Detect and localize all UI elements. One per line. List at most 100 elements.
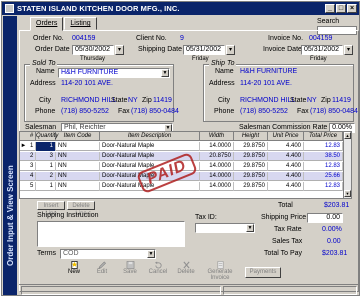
cell-unit-price[interactable]: 4.400: [268, 182, 304, 191]
status-segment: [21, 286, 221, 295]
shipping-instruction-label: Shipping Instruction: [37, 212, 99, 219]
cell-quantity[interactable]: 2: [36, 172, 56, 181]
floppy-disk-icon: [126, 261, 134, 269]
cell-total-price: 12.83: [304, 162, 343, 171]
delete-button[interactable]: Delete: [173, 261, 199, 279]
maximize-button[interactable]: □: [336, 4, 346, 13]
chevron-down-icon[interactable]: ▼: [161, 69, 169, 77]
cell-unit-price[interactable]: 4.400: [268, 162, 304, 171]
invoice-date-picker-button[interactable]: ▾: [344, 45, 353, 55]
cell-height[interactable]: 29.8750: [234, 172, 268, 181]
cell-width[interactable]: 20.8750: [200, 152, 234, 161]
col-header-height: Height: [234, 132, 268, 141]
delete-line-button[interactable]: Delete Line: [67, 201, 95, 217]
chevron-down-icon[interactable]: ▼: [147, 250, 155, 258]
sold-to-title: Sold To: [30, 60, 58, 67]
invoice-date-label: Invoice Date: [263, 46, 302, 53]
app-window: STATEN ISLAND KITCHEN DOOR MFG., INC. _ …: [1, 1, 360, 296]
save-button[interactable]: Save: [117, 261, 143, 279]
cell-quantity[interactable]: 1: [36, 142, 56, 151]
cell-total-price: 25.66: [304, 172, 343, 181]
invoice-icon: [217, 261, 223, 269]
new-button[interactable]: New: [61, 261, 87, 279]
shipping-date-label: Shipping Date: [138, 46, 182, 53]
close-button[interactable]: ×: [347, 4, 357, 13]
cell-quantity[interactable]: 3: [36, 152, 56, 161]
order-date-field[interactable]: 05/30/2002: [72, 45, 114, 55]
cancel-button[interactable]: Cancel: [145, 261, 171, 279]
new-label: New: [67, 269, 80, 275]
minimize-button[interactable]: _: [325, 4, 335, 13]
undo-icon: [154, 261, 162, 269]
tax-id-label: Tax ID:: [195, 214, 217, 221]
scroll-up-icon[interactable]: ▲: [344, 132, 351, 139]
pencil-icon: [97, 261, 106, 269]
table-row[interactable]: ► 1 1 NN Door-Natural Maple 14.0000 29.8…: [20, 142, 351, 151]
sold-to-name-label: Name: [36, 68, 55, 75]
ship-to-state-label: State: [290, 97, 307, 104]
terms-value: COD: [63, 250, 79, 257]
order-date-picker-button[interactable]: ▾: [115, 45, 124, 55]
cell-unit-price[interactable]: 4.400: [268, 152, 304, 161]
shipping-date-picker-button[interactable]: ▾: [226, 45, 235, 55]
sold-to-name-select[interactable]: H&H FURNITURE ▼: [58, 68, 170, 78]
edit-button[interactable]: Edit: [89, 261, 115, 279]
cell-item-code[interactable]: NN: [56, 182, 100, 191]
table-row[interactable]: 5 1 NN Door-Natural Maple 14.0000 29.875…: [20, 182, 351, 191]
commission-rate-value: 0.00%: [332, 124, 352, 131]
tab-bar: Orders Listing: [30, 17, 98, 31]
shipping-instruction-input[interactable]: [37, 221, 185, 247]
grid-header: # Quantity Item Code Item Description Wi…: [20, 132, 351, 141]
title-bar[interactable]: STATEN ISLAND KITCHEN DOOR MFG., INC. _ …: [2, 2, 359, 15]
sidebar: Order Input & View Screen: [3, 16, 17, 295]
generate-invoice-button[interactable]: Generate Invoice: [203, 261, 237, 281]
col-header-width: Width: [200, 132, 234, 141]
cell-unit-price[interactable]: 4.400: [268, 172, 304, 181]
sidebar-label: Order Input & View Screen: [6, 165, 15, 266]
cancel-label: Cancel: [148, 269, 168, 275]
terms-select[interactable]: COD ▼: [60, 249, 156, 259]
shipping-date-field[interactable]: 05/31/2002: [183, 45, 225, 55]
client-no-label: Client No.: [136, 35, 167, 42]
ship-to-group: Ship To Name H&H FURNITURE Address 114-2…: [203, 60, 358, 122]
cell-item-description[interactable]: Door-Natural Maple: [100, 142, 200, 151]
invoice-date-field[interactable]: 05/31/2002: [301, 45, 343, 55]
sold-to-address-label: Address: [30, 80, 56, 87]
col-header-item-code: Item Code: [56, 132, 100, 141]
cell-unit-price[interactable]: 4.400: [268, 142, 304, 151]
cell-width[interactable]: 14.0000: [200, 162, 234, 171]
ship-to-zip-value: 11419: [332, 97, 351, 104]
cell-height[interactable]: 29.8750: [234, 152, 268, 161]
cell-num: 3: [28, 162, 36, 171]
cell-item-code[interactable]: NN: [56, 142, 100, 151]
commission-rate-label: Salesman Commission Rate: [239, 124, 328, 131]
tab-listing[interactable]: Listing: [64, 17, 97, 30]
shipping-price-field[interactable]: 0.00: [307, 213, 343, 223]
sold-to-state-label: State: [111, 97, 128, 104]
ship-to-phone-label: Phone: [214, 108, 235, 115]
tab-orders[interactable]: Orders: [30, 17, 64, 31]
cell-height[interactable]: 29.8750: [234, 182, 268, 191]
scroll-down-icon[interactable]: ▼: [344, 190, 351, 197]
cell-height[interactable]: 29.8750: [234, 142, 268, 151]
cell-quantity[interactable]: 1: [36, 162, 56, 171]
cell-item-code[interactable]: NN: [56, 152, 100, 161]
cell-width[interactable]: 14.0000: [200, 182, 234, 191]
insert-line-button[interactable]: Insert Line: [37, 201, 65, 217]
cell-quantity[interactable]: 1: [36, 182, 56, 191]
cell-width[interactable]: 14.0000: [200, 142, 234, 151]
col-header-total-price: Total Price: [304, 132, 343, 141]
tax-id-select[interactable]: ▼: [195, 223, 255, 233]
cell-item-code[interactable]: NN: [56, 162, 100, 171]
grid-scrollbar[interactable]: ▲ ▼: [343, 132, 351, 198]
cell-total-price: 38.50: [304, 152, 343, 161]
terms-label: Terms: [37, 250, 57, 257]
chevron-down-icon[interactable]: ▼: [246, 224, 254, 232]
cell-item-code[interactable]: NN: [56, 172, 100, 181]
col-header-item-description: Item Description: [100, 132, 200, 141]
cell-height[interactable]: 29.8750: [234, 162, 268, 171]
payments-button[interactable]: Payments: [245, 267, 281, 278]
search-label: Search: [317, 18, 340, 25]
salesman-label: Salesman: [25, 124, 57, 131]
cell-width[interactable]: 14.0000: [200, 172, 234, 181]
